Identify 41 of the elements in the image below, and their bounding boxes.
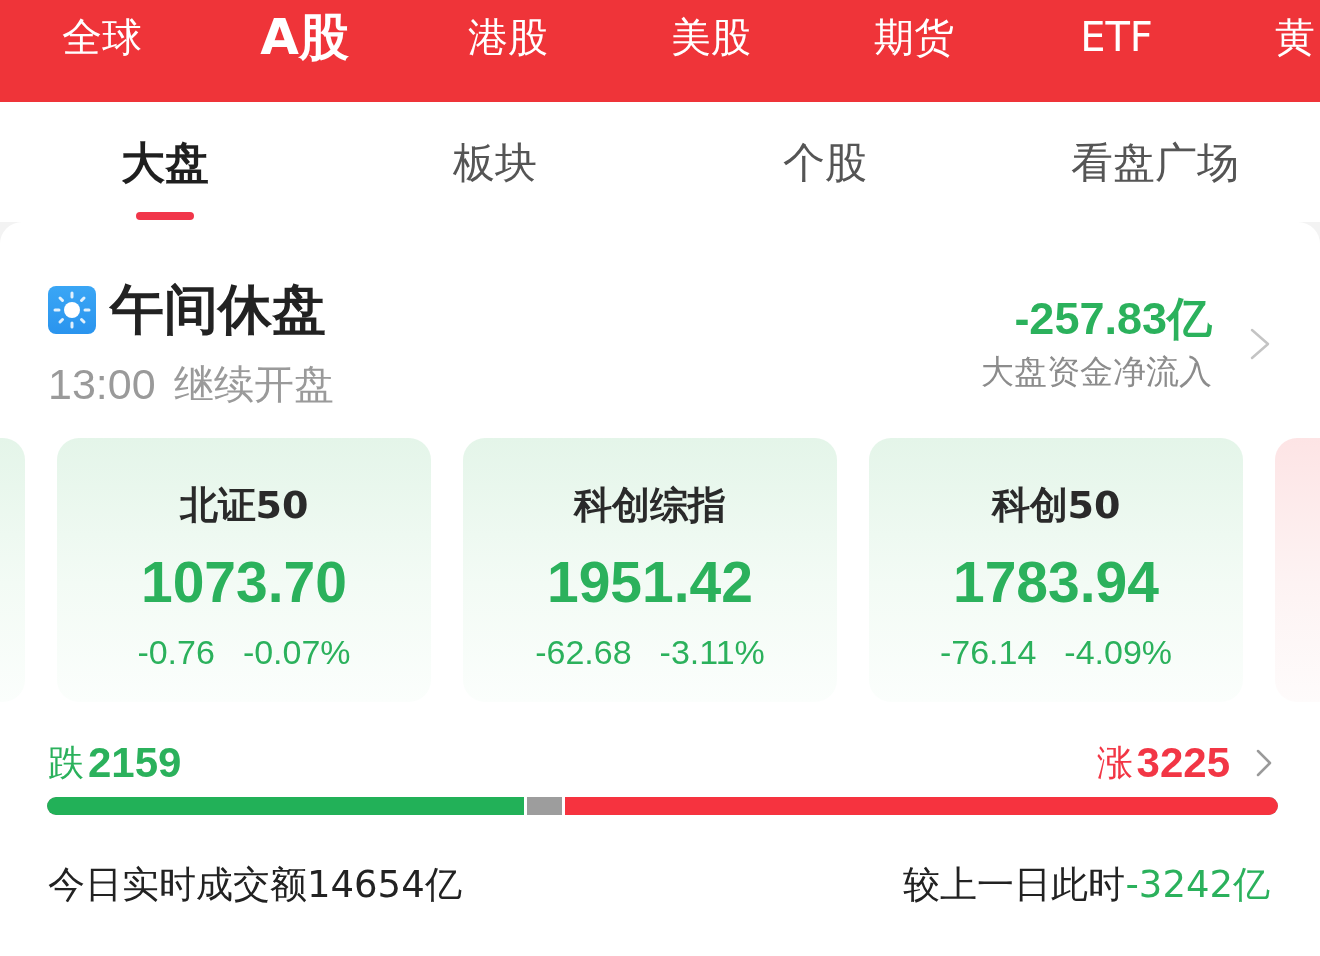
view-tab[interactable]: 板块 (330, 102, 660, 222)
market-tab[interactable]: 期货 (812, 15, 1015, 59)
compare-label: 较上一日此时 (903, 865, 1126, 905)
active-underline (136, 212, 194, 220)
index-change-percent: -3.11% (659, 632, 765, 672)
sun-icon (48, 286, 96, 334)
rise-label: 涨 (1096, 742, 1133, 784)
market-tab[interactable]: 黄 (1218, 15, 1315, 59)
chevron-right-icon[interactable] (1250, 328, 1270, 360)
compare-value: -3242亿 (1125, 865, 1270, 905)
chevron-right-icon[interactable] (1256, 749, 1272, 777)
index-change: -62.68 (535, 632, 632, 672)
index-card[interactable]: 科创综指 1951.42 -62.68 -3.11% (463, 438, 837, 702)
index-value: 1951.42 (546, 549, 753, 616)
index-name: 科创综指 (574, 483, 726, 527)
market-tab[interactable]: 全球 (0, 15, 203, 59)
resume-time: 13:00 (48, 360, 156, 408)
fall-count: 2159 (88, 742, 182, 784)
index-name: 科创50 (991, 483, 1121, 527)
index-change-percent: -4.09% (1064, 632, 1173, 672)
market-tab[interactable]: ETF (1015, 15, 1218, 59)
view-tab[interactable]: 个股 (660, 102, 990, 222)
net-inflow-value: -257.83亿 (1014, 294, 1212, 343)
market-tab[interactable]: 美股 (609, 15, 812, 59)
index-change: -0.76 (137, 632, 215, 672)
index-change-percent: -0.07% (242, 632, 351, 672)
index-value: 1073.70 (140, 549, 347, 616)
view-tab[interactable]: 看盘广场 (990, 102, 1320, 222)
session-title: 午间休盘 (110, 280, 326, 340)
turnover-text: 今日实时成交额14654亿 (48, 865, 462, 905)
net-inflow-label: 大盘资金净流入 (981, 350, 1212, 393)
index-card[interactable]: 科创50 1783.94 -76.14 -4.09% (869, 438, 1243, 702)
fall-label: 跌 (48, 742, 84, 784)
index-change: -76.14 (939, 632, 1037, 672)
resume-label: 继续开盘 (173, 360, 334, 408)
view-tab[interactable]: 大盘 (0, 102, 330, 222)
index-name: 北证50 (179, 483, 309, 527)
rise-count: 3225 (1136, 742, 1230, 784)
index-value: 1783.94 (952, 549, 1159, 616)
index-card[interactable]: 北证50 1073.70 -0.76 -0.07% (57, 438, 431, 702)
market-tab[interactable]: 港股 (406, 15, 609, 59)
